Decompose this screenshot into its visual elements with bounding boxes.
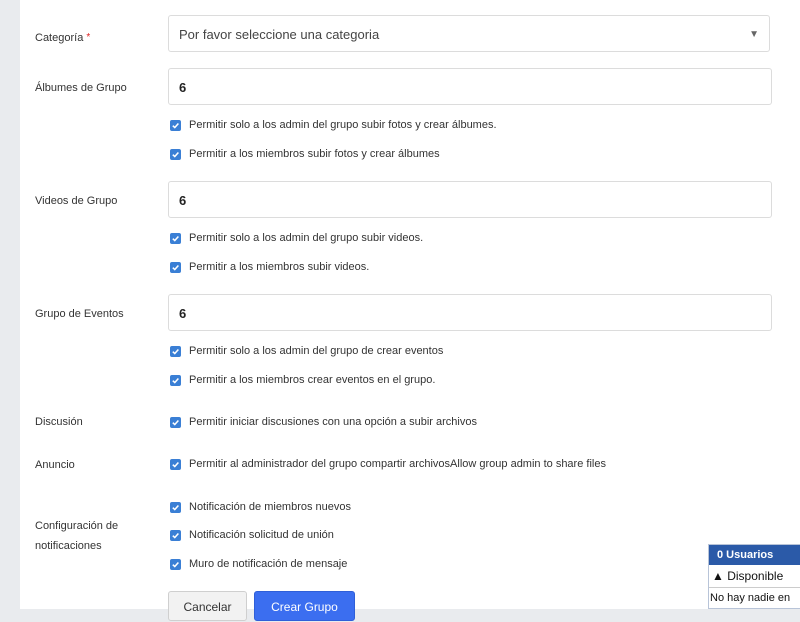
videos-input[interactable]: 6 xyxy=(168,181,772,218)
category-selected-value: Por favor seleccione una categoria xyxy=(179,27,380,42)
discussion-checkbox[interactable]: Permitir iniciar discusiones con una opc… xyxy=(170,416,477,428)
albums-input-value: 6 xyxy=(179,80,187,95)
discussion-option-label: Permitir iniciar discusiones con una opc… xyxy=(189,416,477,428)
events-members-label: Permitir a los miembros crear eventos en… xyxy=(189,374,436,386)
checkbox-checked-icon xyxy=(170,148,181,160)
notify-join-request-checkbox[interactable]: Notificación solicitud de unión xyxy=(170,529,334,541)
create-group-button[interactable]: Crear Grupo xyxy=(254,591,355,621)
events-admin-only-label: Permitir solo a los admin del grupo de c… xyxy=(189,345,444,357)
videos-members-checkbox[interactable]: Permitir a los miembros subir videos. xyxy=(170,261,369,273)
chat-widget[interactable]: 0 Usuarios ▲ Disponible No hay nadie en xyxy=(708,544,800,609)
cancel-button[interactable]: Cancelar xyxy=(168,591,247,621)
announcement-checkbox[interactable]: Permitir al administrador del grupo comp… xyxy=(170,458,606,470)
chat-empty-message: No hay nadie en xyxy=(710,592,791,604)
videos-input-value: 6 xyxy=(179,193,187,208)
chat-header[interactable]: 0 Usuarios xyxy=(709,545,800,565)
notifications-label-line1: Configuración de xyxy=(35,520,119,532)
events-admin-only-checkbox[interactable]: Permitir solo a los admin del grupo de c… xyxy=(170,345,443,357)
checkbox-checked-icon xyxy=(170,529,181,541)
videos-admin-only-checkbox[interactable]: Permitir solo a los admin del grupo subi… xyxy=(170,232,423,244)
videos-label: Videos de Grupo xyxy=(35,195,118,207)
albums-members-label: Permitir a los miembros subir fotos y cr… xyxy=(189,148,440,160)
events-input-value: 6 xyxy=(179,306,187,321)
required-mark: * xyxy=(86,32,91,43)
announcement-label: Anuncio xyxy=(35,459,75,471)
albums-admin-only-label: Permitir solo a los admin del grupo subi… xyxy=(189,119,497,131)
checkbox-checked-icon xyxy=(170,119,181,131)
category-label: Categoría * xyxy=(35,28,90,48)
chevron-down-icon: ▼ xyxy=(749,29,759,40)
category-label-text: Categoría xyxy=(35,32,84,44)
checkbox-checked-icon xyxy=(170,261,181,273)
checkbox-checked-icon xyxy=(170,345,181,357)
checkbox-checked-icon xyxy=(170,416,181,428)
checkbox-checked-icon xyxy=(170,232,181,244)
checkbox-checked-icon xyxy=(170,458,181,470)
category-select[interactable]: Por favor seleccione una categoria ▼ xyxy=(168,15,770,52)
announcement-option-label: Permitir al administrador del grupo comp… xyxy=(189,458,606,470)
discussion-label: Discusión xyxy=(35,416,83,428)
notify-new-members-checkbox[interactable]: Notificación de miembros nuevos xyxy=(170,501,351,513)
notify-wall-message-checkbox[interactable]: Muro de notificación de mensaje xyxy=(170,558,347,570)
albums-input[interactable]: 6 xyxy=(168,68,772,105)
albums-label: Álbumes de Grupo xyxy=(35,82,127,94)
events-members-checkbox[interactable]: Permitir a los miembros crear eventos en… xyxy=(170,374,435,386)
notify-new-members-label: Notificación de miembros nuevos xyxy=(189,501,352,513)
albums-members-checkbox[interactable]: Permitir a los miembros subir fotos y cr… xyxy=(170,148,440,160)
events-label: Grupo de Eventos xyxy=(35,308,124,320)
notifications-label-line2: notificaciones xyxy=(35,540,102,552)
checkbox-checked-icon xyxy=(170,374,181,386)
videos-members-label: Permitir a los miembros subir videos. xyxy=(189,261,370,273)
events-input[interactable]: 6 xyxy=(168,294,772,331)
checkbox-checked-icon xyxy=(170,501,181,513)
chat-status[interactable]: ▲ Disponible xyxy=(709,565,800,588)
notify-wall-message-label: Muro de notificación de mensaje xyxy=(189,558,348,570)
checkbox-checked-icon xyxy=(170,558,181,570)
videos-admin-only-label: Permitir solo a los admin del grupo subi… xyxy=(189,232,424,244)
notify-join-request-label: Notificación solicitud de unión xyxy=(189,529,334,541)
albums-admin-only-checkbox[interactable]: Permitir solo a los admin del grupo subi… xyxy=(170,119,497,131)
